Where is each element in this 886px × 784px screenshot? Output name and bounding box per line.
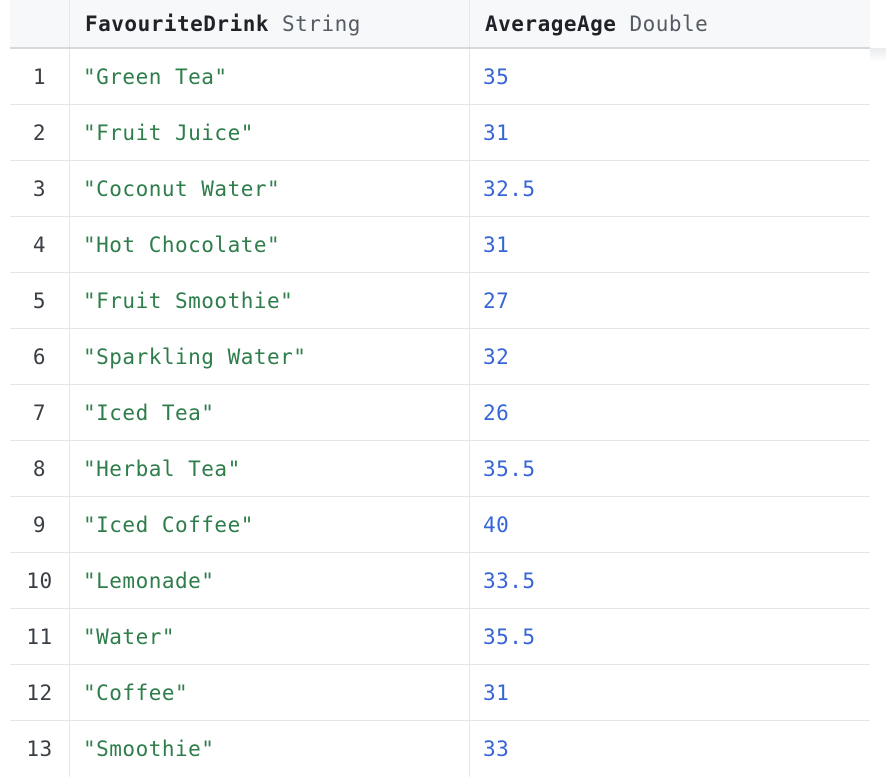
average-age-cell[interactable]: 26 <box>470 385 870 440</box>
row-index: 6 <box>10 329 70 384</box>
column-name: AverageAge <box>485 11 617 36</box>
row-index: 8 <box>10 441 70 496</box>
table-body: 1 "Green Tea" 35 2 "Fruit Juice" 31 3 "Coconut … <box>10 49 870 777</box>
index-column-header <box>10 0 70 47</box>
table-row[interactable]: 11 "Water" 35.5 <box>10 609 870 665</box>
table-header: FavouriteDrink String AverageAge Double <box>10 0 870 49</box>
favourite-drink-cell[interactable]: "Hot Chocolate" <box>70 217 470 272</box>
average-age-cell[interactable]: 33 <box>470 721 870 777</box>
favourite-drink-cell[interactable]: "Coconut Water" <box>70 161 470 216</box>
row-index: 1 <box>10 49 70 104</box>
row-index: 9 <box>10 497 70 552</box>
row-index: 11 <box>10 609 70 664</box>
column-header-favourite-drink[interactable]: FavouriteDrink String <box>70 0 470 47</box>
scroll-shadow <box>870 48 886 62</box>
average-age-cell[interactable]: 35 <box>470 49 870 104</box>
table-row[interactable]: 2 "Fruit Juice" 31 <box>10 105 870 161</box>
favourite-drink-cell[interactable]: "Herbal Tea" <box>70 441 470 496</box>
table-row[interactable]: 5 "Fruit Smoothie" 27 <box>10 273 870 329</box>
column-type: String <box>282 11 361 36</box>
average-age-cell[interactable]: 33.5 <box>470 553 870 608</box>
column-name: FavouriteDrink <box>85 11 270 36</box>
favourite-drink-cell[interactable]: "Lemonade" <box>70 553 470 608</box>
table-row[interactable]: 4 "Hot Chocolate" 31 <box>10 217 870 273</box>
favourite-drink-cell[interactable]: "Coffee" <box>70 665 470 720</box>
table-row[interactable]: 9 "Iced Coffee" 40 <box>10 497 870 553</box>
table-row[interactable]: 7 "Iced Tea" 26 <box>10 385 870 441</box>
table-row[interactable]: 6 "Sparkling Water" 32 <box>10 329 870 385</box>
row-index: 13 <box>10 721 70 777</box>
favourite-drink-cell[interactable]: "Water" <box>70 609 470 664</box>
table-row[interactable]: 10 "Lemonade" 33.5 <box>10 553 870 609</box>
table-row[interactable]: 3 "Coconut Water" 32.5 <box>10 161 870 217</box>
average-age-cell[interactable]: 32 <box>470 329 870 384</box>
average-age-cell[interactable]: 32.5 <box>470 161 870 216</box>
row-index: 3 <box>10 161 70 216</box>
table-row[interactable]: 8 "Herbal Tea" 35.5 <box>10 441 870 497</box>
favourite-drink-cell[interactable]: "Iced Tea" <box>70 385 470 440</box>
average-age-cell[interactable]: 31 <box>470 217 870 272</box>
row-index: 12 <box>10 665 70 720</box>
row-index: 7 <box>10 385 70 440</box>
average-age-cell[interactable]: 40 <box>470 497 870 552</box>
average-age-cell[interactable]: 35.5 <box>470 441 870 496</box>
average-age-cell[interactable]: 27 <box>470 273 870 328</box>
average-age-cell[interactable]: 35.5 <box>470 609 870 664</box>
row-index: 2 <box>10 105 70 160</box>
row-index: 4 <box>10 217 70 272</box>
average-age-cell[interactable]: 31 <box>470 665 870 720</box>
favourite-drink-cell[interactable]: "Fruit Smoothie" <box>70 273 470 328</box>
row-index: 5 <box>10 273 70 328</box>
favourite-drink-cell[interactable]: "Fruit Juice" <box>70 105 470 160</box>
favourite-drink-cell[interactable]: "Iced Coffee" <box>70 497 470 552</box>
data-table: FavouriteDrink String AverageAge Double … <box>10 0 870 784</box>
favourite-drink-cell[interactable]: "Green Tea" <box>70 49 470 104</box>
table-row[interactable]: 1 "Green Tea" 35 <box>10 49 870 105</box>
column-header-average-age[interactable]: AverageAge Double <box>470 0 870 47</box>
table-row[interactable]: 13 "Smoothie" 33 <box>10 721 870 777</box>
row-index: 10 <box>10 553 70 608</box>
average-age-cell[interactable]: 31 <box>470 105 870 160</box>
column-type: Double <box>629 11 709 36</box>
favourite-drink-cell[interactable]: "Smoothie" <box>70 721 470 777</box>
table-row[interactable]: 12 "Coffee" 31 <box>10 665 870 721</box>
favourite-drink-cell[interactable]: "Sparkling Water" <box>70 329 470 384</box>
